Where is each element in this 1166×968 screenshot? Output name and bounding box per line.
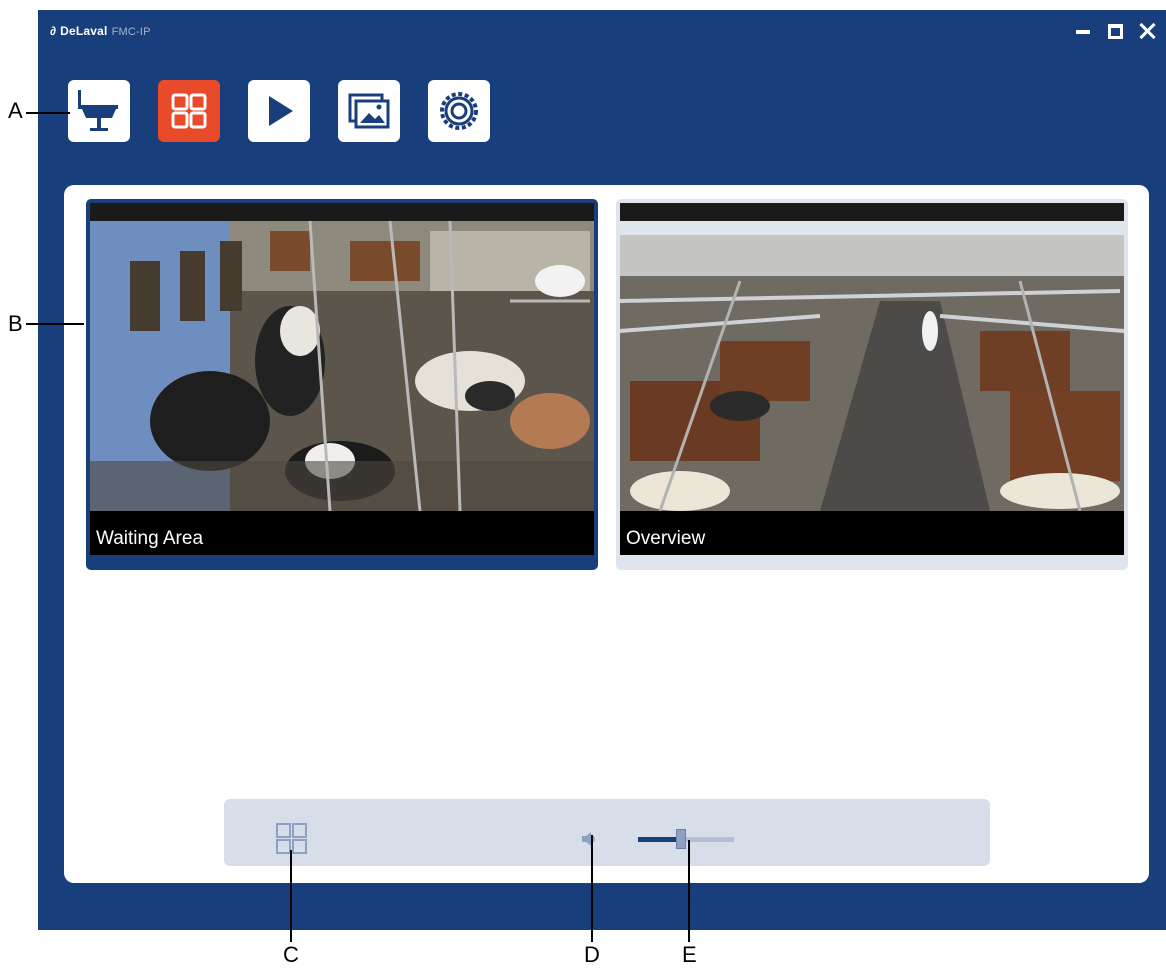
callout-a-line — [26, 112, 70, 114]
close-icon — [1139, 23, 1155, 39]
layout-selector-button[interactable] — [276, 823, 308, 855]
video-frame — [620, 221, 1124, 511]
callout-b: B — [8, 311, 23, 336]
minimize-button[interactable] — [1072, 20, 1094, 42]
video-top-bar — [90, 203, 594, 221]
play-icon — [269, 96, 293, 126]
playback-control-bar — [224, 799, 990, 866]
callout-d: D — [584, 942, 600, 967]
window-controls — [1072, 20, 1158, 42]
app-brand: ∂ DeLaval FMC-IP — [50, 24, 151, 38]
mute-button[interactable] — [581, 831, 597, 847]
gallery-icon — [348, 93, 390, 129]
product-name: FMC-IP — [111, 26, 151, 38]
speaker-icon — [582, 832, 595, 846]
callout-c-line — [290, 850, 292, 942]
callout-b-line — [26, 323, 84, 325]
camera-tile-overview[interactable]: Overview — [616, 199, 1128, 570]
milking-station-icon — [78, 90, 118, 131]
callout-e: E — [682, 942, 697, 967]
snapshots-button[interactable] — [338, 80, 400, 142]
app-window: ∂ DeLaval FMC-IP Waiting Area Overview — [38, 10, 1166, 930]
volume-level — [638, 837, 682, 842]
delaval-logo: ∂ — [50, 24, 57, 38]
camera-panel: Waiting Area Overview — [64, 185, 1149, 883]
callout-d-line — [591, 835, 593, 942]
callout-a: A — [8, 98, 23, 123]
camera-feed-overview — [620, 221, 1124, 511]
multi-view-button[interactable] — [158, 80, 220, 142]
maximize-icon — [1107, 23, 1123, 39]
layout-grid-icon — [276, 823, 307, 854]
camera-label: Overview — [620, 511, 1124, 555]
camera-feed-waiting-area — [90, 221, 594, 511]
grid-view-icon — [171, 93, 207, 129]
volume-slider[interactable] — [638, 829, 734, 849]
callout-c: C — [283, 942, 299, 967]
video-frame — [90, 221, 594, 511]
volume-thumb[interactable] — [676, 829, 687, 849]
playback-button[interactable] — [248, 80, 310, 142]
brand-name: DeLaval — [60, 24, 108, 38]
milking-station-button[interactable] — [68, 80, 130, 142]
maximize-button[interactable] — [1104, 20, 1126, 42]
close-button[interactable] — [1136, 20, 1158, 42]
settings-button[interactable] — [428, 80, 490, 142]
video-top-bar — [620, 203, 1124, 221]
main-toolbar — [68, 80, 490, 142]
minimize-icon — [1076, 30, 1090, 34]
callout-e-line — [688, 840, 690, 942]
gear-icon — [440, 92, 478, 130]
camera-label: Waiting Area — [90, 511, 594, 555]
camera-tile-waiting-area[interactable]: Waiting Area — [86, 199, 598, 570]
